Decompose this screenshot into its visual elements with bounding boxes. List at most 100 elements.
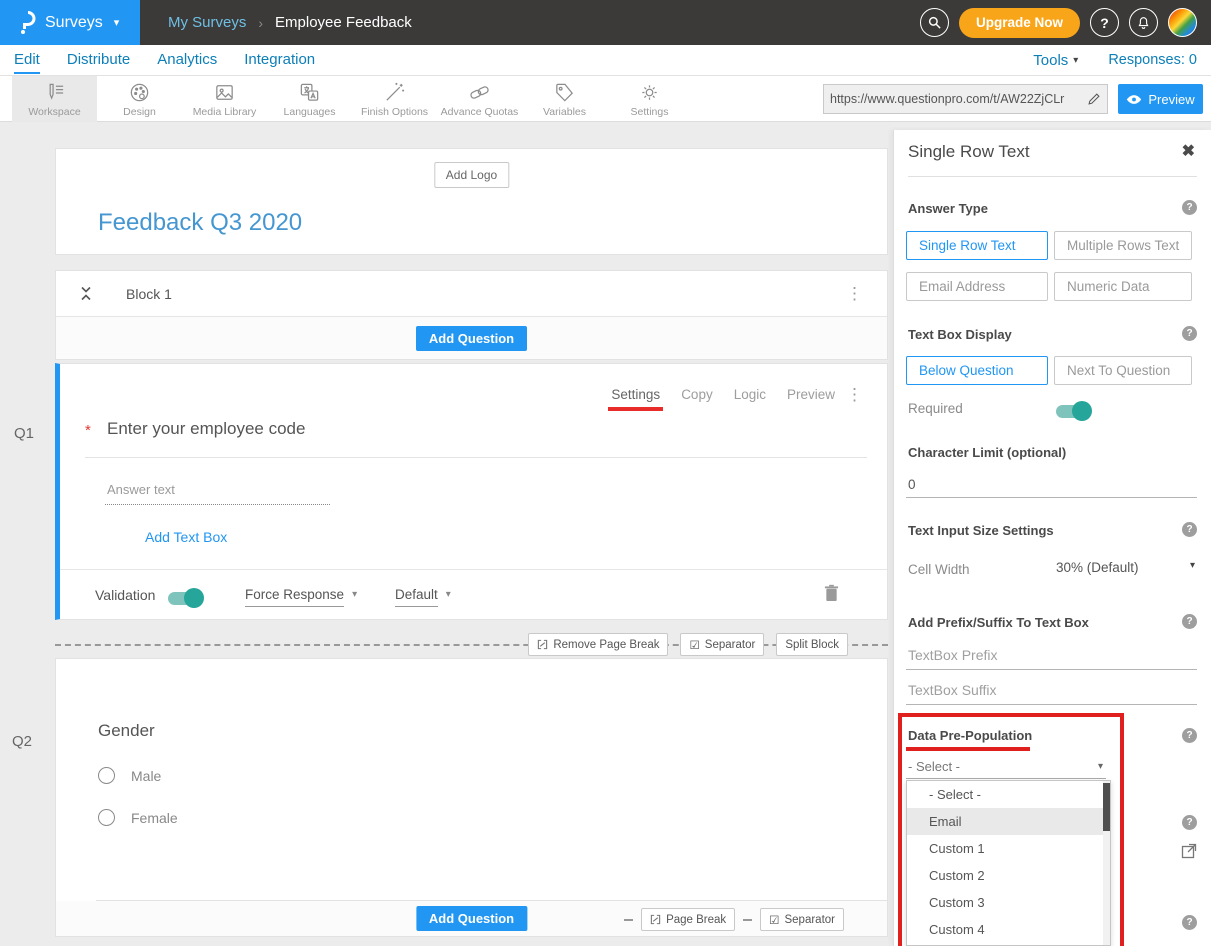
cell-width-value[interactable]: 30% (Default) <box>1056 560 1139 575</box>
answer-type-numeric-data[interactable]: Numeric Data <box>1054 272 1192 301</box>
delete-question-button[interactable] <box>824 584 839 607</box>
required-toggle[interactable] <box>1056 405 1090 418</box>
question-tab-preview[interactable]: Preview <box>787 387 835 402</box>
upgrade-now-button[interactable]: Upgrade Now <box>959 8 1080 38</box>
display-below-question[interactable]: Below Question <box>906 356 1048 385</box>
default-dropdown[interactable]: Default ▾ <box>395 587 451 607</box>
question-tab-copy[interactable]: Copy <box>681 387 713 402</box>
toolbar-item-settings[interactable]: Settings <box>607 76 692 122</box>
character-limit-input[interactable]: 0 <box>908 477 916 492</box>
required-asterisk: * <box>85 422 91 439</box>
toolbar-item-variables[interactable]: Variables <box>522 76 607 122</box>
question-tab-logic[interactable]: Logic <box>734 387 766 402</box>
toolbar-item-finish-options[interactable]: Finish Options <box>352 76 437 122</box>
validation-label: Validation <box>95 587 155 603</box>
collapse-block-icon[interactable] <box>80 285 92 302</box>
question-number-q1: Q1 <box>14 425 34 442</box>
add-text-box-link[interactable]: Add Text Box <box>145 529 227 545</box>
question-menu-kebab-icon[interactable]: ⋮ <box>846 385 863 405</box>
notifications-button[interactable] <box>1129 8 1158 37</box>
question-tab-settings[interactable]: Settings <box>611 387 660 402</box>
trash-icon <box>824 584 839 602</box>
dropdown-option-custom4[interactable]: Custom 4 <box>907 916 1110 943</box>
answer-type-single-row-text[interactable]: Single Row Text <box>906 231 1048 260</box>
chevron-down-icon: ▾ <box>1098 761 1106 772</box>
force-response-dropdown[interactable]: Force Response ▾ <box>245 587 357 607</box>
bell-icon <box>1136 15 1151 31</box>
answer-type-multiple-rows-text[interactable]: Multiple Rows Text <box>1054 231 1192 260</box>
radio-option-male[interactable]: Male <box>98 767 161 784</box>
separator-button[interactable]: ☑ Separator <box>680 633 764 656</box>
dropdown-option-custom1[interactable]: Custom 1 <box>907 835 1110 862</box>
breadcrumb-my-surveys[interactable]: My Surveys <box>168 14 246 31</box>
dropdown-option-email[interactable]: Email <box>907 808 1110 835</box>
tab-distribute[interactable]: Distribute <box>67 51 130 70</box>
answer-text-placeholder[interactable]: Answer text <box>107 482 175 497</box>
search-button[interactable] <box>920 8 949 37</box>
user-avatar[interactable] <box>1168 8 1197 37</box>
block-footer: Add Question <box>56 317 887 359</box>
add-logo-button[interactable]: Add Logo <box>434 162 509 188</box>
survey-nav: Edit Distribute Analytics Integration To… <box>0 45 1211 76</box>
toolbar-item-advance-quotas[interactable]: Advance Quotas <box>437 76 522 122</box>
add-question-button-top[interactable]: Add Question <box>416 326 527 351</box>
toolbar-item-workspace[interactable]: Workspace <box>12 76 97 122</box>
data-pre-population-select[interactable]: - Select - ▾ <box>906 755 1106 779</box>
app-logo-menu[interactable]: Surveys ▾ <box>0 0 140 45</box>
radio-option-female[interactable]: Female <box>98 809 178 826</box>
pencil-icon <box>1087 92 1101 106</box>
breadcrumb: My Surveys › Employee Feedback <box>168 14 412 31</box>
question-text-q2[interactable]: Gender <box>98 721 155 741</box>
answer-type-email-address[interactable]: Email Address <box>906 272 1048 301</box>
dropdown-option-custom2[interactable]: Custom 2 <box>907 862 1110 889</box>
block-name[interactable]: Block 1 <box>126 286 172 302</box>
help-button[interactable]: ? <box>1090 8 1119 37</box>
dropdown-scrollbar[interactable] <box>1103 781 1110 945</box>
help-icon[interactable]: ? <box>1182 728 1197 743</box>
help-icon[interactable]: ? <box>1182 522 1197 537</box>
radio-button-icon[interactable] <box>98 767 115 784</box>
help-icon[interactable]: ? <box>1182 815 1197 830</box>
tools-menu[interactable]: Tools ▾ <box>1033 52 1078 69</box>
help-icon[interactable]: ? <box>1182 326 1197 341</box>
help-icon[interactable]: ? <box>1182 915 1197 930</box>
edit-url-button[interactable] <box>1081 92 1107 106</box>
validation-toggle[interactable] <box>168 592 202 605</box>
preview-button[interactable]: Preview <box>1118 84 1203 114</box>
add-question-button-bottom[interactable]: Add Question <box>416 906 527 931</box>
tab-integration[interactable]: Integration <box>244 51 315 70</box>
textbox-suffix-input[interactable]: TextBox Suffix <box>908 682 996 698</box>
radio-button-icon[interactable] <box>98 809 115 826</box>
survey-title[interactable]: Feedback Q3 2020 <box>98 209 302 237</box>
question-action-tabs: Settings Copy Logic Preview <box>611 387 835 402</box>
display-next-to-question[interactable]: Next To Question <box>1054 356 1192 385</box>
nav-right: Tools ▾ Responses: 0 <box>1033 52 1197 69</box>
separator-button-bottom[interactable]: ☑ Separator <box>760 908 844 931</box>
external-link-button[interactable] <box>1181 843 1197 864</box>
scrollbar-thumb[interactable] <box>1103 783 1110 831</box>
split-block-button[interactable]: Split Block <box>776 633 848 656</box>
help-icon[interactable]: ? <box>1182 614 1197 629</box>
remove-page-break-button[interactable]: Remove Page Break <box>528 633 668 656</box>
dropdown-option-select[interactable]: - Select - <box>907 781 1110 808</box>
survey-url-input[interactable] <box>824 92 1081 106</box>
textbox-prefix-input[interactable]: TextBox Prefix <box>908 647 997 663</box>
page-break-button[interactable]: Page Break <box>641 908 735 931</box>
survey-editor-page: Surveys ▾ My Surveys › Employee Feedback… <box>0 0 1211 946</box>
survey-header-card: Add Logo Feedback Q3 2020 <box>55 148 888 255</box>
top-actions: Upgrade Now ? <box>920 8 1211 38</box>
help-icon[interactable]: ? <box>1182 200 1197 215</box>
tab-analytics[interactable]: Analytics <box>157 51 217 70</box>
chevron-down-icon: ▾ <box>114 16 120 29</box>
toolbar-item-media-library[interactable]: Media Library <box>182 76 267 122</box>
tab-edit[interactable]: Edit <box>14 51 40 70</box>
close-panel-button[interactable]: ✖ <box>1182 141 1195 161</box>
dropdown-option-custom3[interactable]: Custom 3 <box>907 889 1110 916</box>
block-menu-kebab-icon[interactable]: ⋮ <box>846 284 863 304</box>
divider <box>85 457 867 458</box>
toolbar-item-languages[interactable]: Languages <box>267 76 352 122</box>
toolbar-item-design[interactable]: Design <box>97 76 182 122</box>
question-text-q1[interactable]: Enter your employee code <box>107 419 305 439</box>
responses-count[interactable]: Responses: 0 <box>1108 52 1197 68</box>
chevron-down-icon[interactable]: ▾ <box>1190 560 1195 571</box>
